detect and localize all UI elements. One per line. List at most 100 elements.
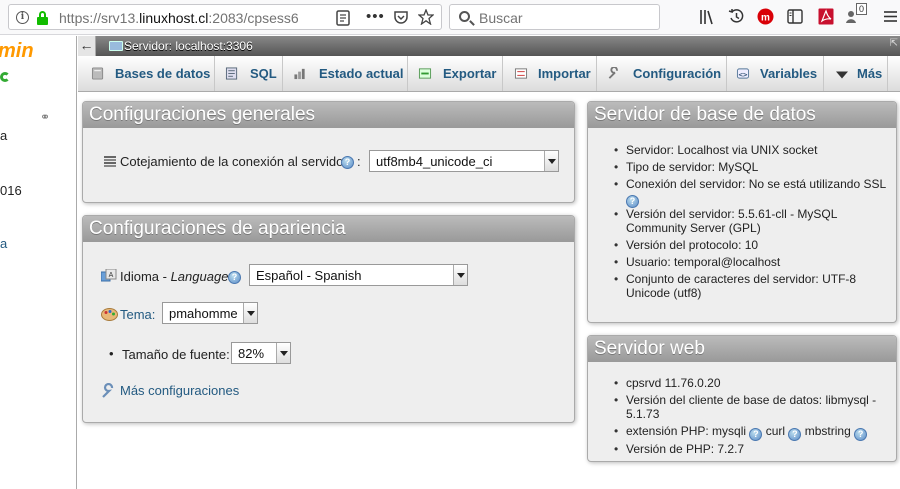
tab-label: Importar — [538, 66, 591, 81]
help-icon[interactable]: ? — [341, 156, 354, 169]
url-text[interactable]: https://srv13.linuxhost.cl:2083/cpsess6 — [59, 10, 327, 26]
bookmark-star-icon[interactable] — [418, 9, 434, 25]
server-breadcrumb[interactable]: Servidor: localhost:3306 — [124, 39, 253, 53]
search-icon — [459, 11, 470, 22]
collapse-navigation-button[interactable]: ← — [78, 36, 96, 56]
tab-more[interactable]: Más — [824, 56, 888, 91]
svg-text:A: A — [109, 272, 114, 279]
db-server-info-list: Servidor: Localhost via UNIX socket Tipo… — [612, 143, 894, 303]
url-domain: linuxhost.cl — [139, 10, 209, 26]
wrench-icon — [608, 67, 618, 79]
server-breadcrumb-bar: ← Servidor: localhost:3306 ⇱ — [78, 36, 900, 56]
tab-label: Estado actual — [319, 66, 404, 81]
top-menu: Bases de datos SQL Estado actual Exporta… — [78, 56, 900, 92]
hamburger-menu-icon[interactable] — [884, 10, 897, 23]
list-item: Usuario: temporal@localhost — [612, 255, 894, 269]
tab-status[interactable]: Estado actual — [283, 56, 408, 91]
sidebar-toggle-icon[interactable] — [787, 9, 803, 24]
panel-title: Configuraciones generales — [83, 102, 574, 128]
pocket-icon[interactable] — [393, 10, 409, 25]
more-settings-link[interactable]: Más configuraciones — [120, 383, 239, 398]
help-icon[interactable]: ? — [749, 428, 763, 441]
reload-navigation-icon[interactable] — [0, 72, 10, 82]
chevron-down-icon — [243, 303, 257, 323]
chevron-down-icon — [836, 71, 848, 79]
theme-select[interactable]: pmahomme — [162, 302, 258, 324]
theme-value: pmahomme — [169, 306, 238, 321]
list-item: Versión del cliente de base de datos: li… — [612, 393, 894, 421]
list-item: Tipo de servidor: MySQL — [612, 160, 894, 174]
list-item-text: extensión PHP: mysqli — [626, 424, 747, 438]
theme-label[interactable]: Tema: — [120, 307, 155, 322]
history-icon[interactable] — [728, 8, 745, 25]
tab-settings[interactable]: Configuración — [597, 56, 727, 91]
collation-colon: : — [357, 154, 361, 169]
library-icon[interactable] — [699, 9, 715, 25]
list-item-text: curl — [765, 424, 786, 438]
chevron-down-icon — [276, 343, 290, 363]
variables-icon: <> — [736, 68, 750, 79]
tab-label: Configuración — [633, 66, 722, 81]
phpmyadmin-logo[interactable]: min — [0, 40, 34, 63]
database-icon — [91, 67, 104, 80]
list-item: Conjunto de caracteres del servidor: UTF… — [612, 272, 894, 300]
language-label: Idioma - Language — [120, 269, 228, 284]
collation-select[interactable]: utf8mb4_unicode_ci — [369, 150, 559, 172]
list-item: Versión del protocolo: 10 — [612, 238, 894, 252]
link-icon[interactable]: ⚭ — [40, 110, 50, 124]
language-icon: A — [101, 269, 117, 282]
help-icon[interactable]: ? — [228, 271, 241, 284]
import-icon — [514, 68, 528, 79]
pdf-icon[interactable] — [818, 8, 834, 25]
secure-lock-icon[interactable] — [37, 11, 48, 25]
help-icon[interactable]: ? — [854, 428, 868, 441]
language-value: Español - Spanish — [256, 268, 362, 283]
list-item-text: Conjunto de caracteres del servidor: UTF… — [626, 272, 857, 300]
nav-item-text[interactable]: a — [0, 236, 7, 251]
nav-item-text[interactable]: a — [0, 128, 7, 143]
list-item-text: Versión del servidor: 5.5.61-cll - MySQL… — [626, 207, 837, 235]
tab-label: Variables — [760, 66, 818, 81]
language-select[interactable]: Español - Spanish — [249, 264, 468, 286]
list-item-text: Servidor: Localhost via UNIX socket — [626, 143, 818, 157]
language-label-text: Idioma - — [120, 269, 171, 284]
fontsize-select[interactable]: 82% — [231, 342, 291, 364]
tab-variables[interactable]: <> Variables — [727, 56, 824, 91]
list-item-text: mbstring — [804, 424, 851, 438]
tab-export[interactable]: Exportar — [408, 56, 503, 91]
chevron-down-icon — [453, 265, 467, 285]
tab-label: Bases de datos — [115, 66, 211, 81]
tab-databases[interactable]: Bases de datos — [78, 56, 215, 91]
site-info-icon[interactable]: i — [16, 11, 29, 24]
tab-import[interactable]: Importar — [503, 56, 597, 91]
server-icon — [109, 41, 123, 51]
mega-extension-icon[interactable]: m — [757, 8, 774, 25]
extension-badge: 0 — [856, 3, 868, 15]
url-bar[interactable]: i https://srv13.linuxhost.cl:2083/cpsess… — [8, 4, 442, 30]
list-item-text: Versión de PHP: 7.2.7 — [626, 442, 745, 456]
status-icon — [294, 68, 305, 80]
help-icon[interactable]: ? — [788, 428, 802, 441]
collapse-topbar-icon[interactable]: ⇱ — [890, 38, 898, 49]
export-icon — [418, 68, 432, 79]
appearance-settings-panel: Configuraciones de apariencia A Idioma -… — [82, 215, 575, 423]
url-prefix: https://srv13. — [59, 10, 140, 26]
panel-title: Servidor de base de datos — [588, 102, 896, 128]
web-server-panel: Servidor web cpsrvd 11.76.0.20 Versión d… — [587, 335, 897, 462]
list-item: extensión PHP: mysqli ? curl ? mbstring … — [612, 424, 894, 441]
collation-label: Cotejamiento de la conexión al servidor — [120, 154, 348, 169]
list-item: cpsrvd 11.76.0.20 — [612, 376, 894, 390]
tab-label: Exportar — [443, 66, 497, 81]
fontsize-label: Tamaño de fuente: — [122, 347, 230, 362]
list-item-text: Versión del cliente de base de datos: li… — [626, 393, 877, 421]
reader-view-icon[interactable] — [336, 10, 350, 26]
tab-sql[interactable]: SQL — [215, 56, 283, 91]
sql-icon — [225, 67, 238, 80]
nav-item-text[interactable]: 016 — [0, 183, 22, 198]
list-item-text: cpsrvd 11.76.0.20 — [626, 376, 721, 390]
bullet: • — [109, 346, 114, 361]
search-box[interactable]: Buscar — [449, 4, 660, 30]
list-item: Conexión del servidor: No se está utiliz… — [612, 177, 894, 208]
list-item-text: Versión del protocolo: 10 — [626, 238, 759, 252]
page-actions-icon[interactable]: ••• — [366, 8, 385, 25]
